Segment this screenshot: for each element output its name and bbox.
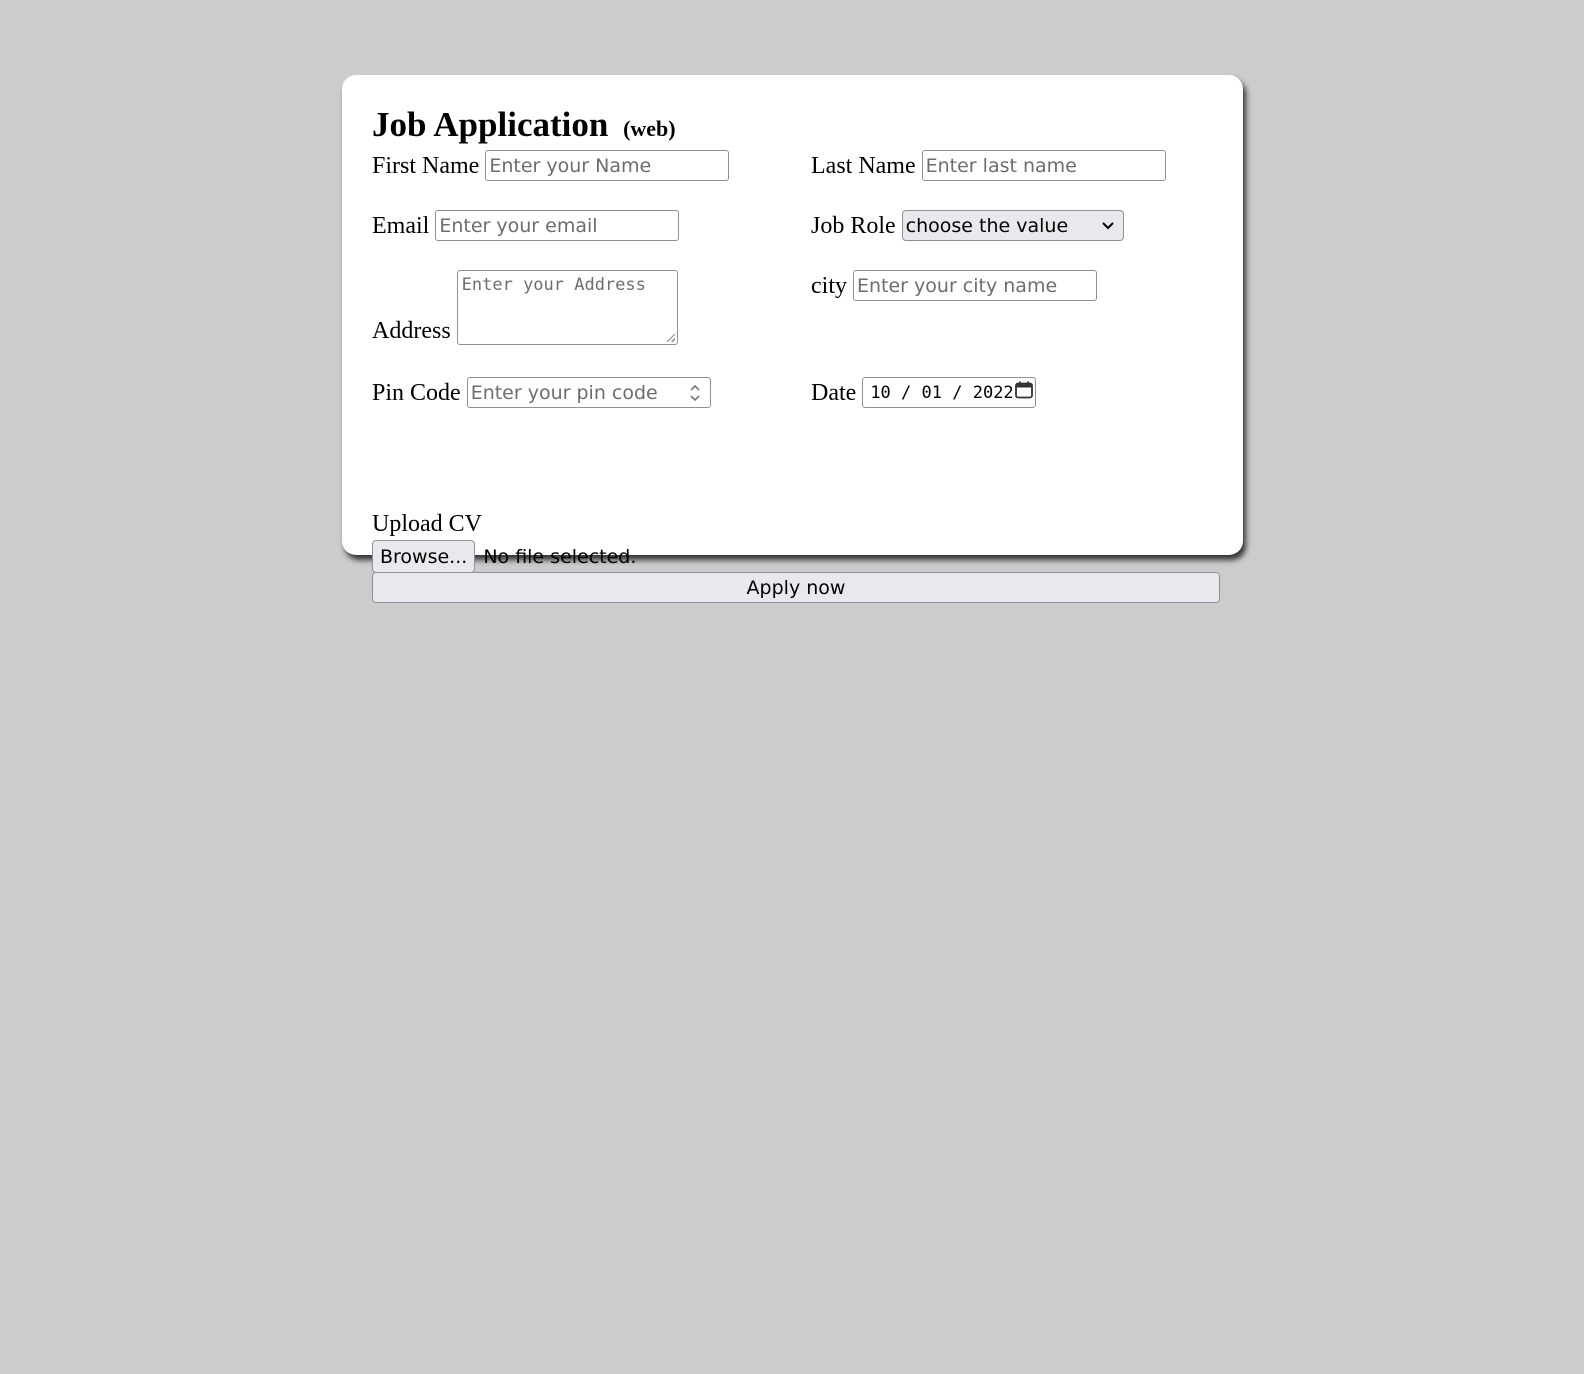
email-field: Email Enter your email	[372, 210, 680, 241]
calendar-icon[interactable]	[1014, 380, 1034, 405]
date-label: Date	[811, 379, 857, 406]
first-name-placeholder: Enter your Name	[489, 154, 652, 177]
last-name-label: Last Name	[811, 152, 916, 179]
date-year[interactable]: 2022	[973, 383, 1014, 403]
last-name-placeholder: Enter last name	[925, 154, 1077, 177]
file-status: No file selected.	[483, 545, 637, 568]
email-label: Email	[372, 212, 430, 239]
city-label: city	[811, 272, 847, 299]
pin-code-field: Pin Code Enter your pin code	[372, 377, 711, 408]
pin-code-label: Pin Code	[372, 379, 461, 406]
spinner-arrows-icon[interactable]	[688, 381, 702, 405]
address-textarea[interactable]: Enter your Address	[456, 270, 678, 345]
last-name-field: Last Name Enter last name	[811, 150, 1166, 181]
first-name-field: First Name Enter your Name	[372, 150, 730, 181]
upload-cv-label: Upload CV	[372, 511, 482, 537]
form-title-suffix: (web)	[623, 116, 676, 141]
first-name-input[interactable]: Enter your Name	[485, 150, 730, 181]
job-role-label: Job Role	[811, 212, 896, 239]
apply-now-button[interactable]: Apply now	[372, 572, 1220, 603]
first-name-label: First Name	[372, 152, 480, 179]
pin-code-placeholder: Enter your pin code	[470, 381, 658, 404]
date-day[interactable]: 10	[870, 383, 890, 403]
city-field: city Enter your city name	[811, 270, 1097, 301]
email-input[interactable]: Enter your email	[435, 210, 680, 241]
address-label: Address	[372, 318, 451, 344]
browse-button[interactable]: Browse...	[372, 540, 476, 573]
chevron-down-icon	[1100, 218, 1116, 234]
job-role-select[interactable]: choose the value	[901, 210, 1124, 241]
date-input[interactable]: 10 / 01 / 2022	[862, 377, 1037, 408]
form-title-text: Job Application	[372, 105, 609, 144]
resize-handle-icon[interactable]	[666, 334, 675, 342]
pin-code-input[interactable]: Enter your pin code	[466, 377, 711, 408]
file-upload-control: Browse... No file selected.	[372, 540, 636, 573]
last-name-input[interactable]: Enter last name	[921, 150, 1166, 181]
job-application-card: Job Application (web) First Name Enter y…	[342, 75, 1243, 603]
city-input[interactable]: Enter your city name	[853, 270, 1097, 301]
address-field: Address Enter your Address	[372, 270, 678, 345]
city-placeholder: Enter your city name	[857, 274, 1058, 297]
email-placeholder: Enter your email	[439, 214, 598, 237]
address-placeholder: Enter your Address	[461, 275, 646, 295]
date-month[interactable]: 01	[922, 383, 942, 403]
job-role-field: Job Role choose the value	[811, 210, 1124, 241]
date-field: Date 10 / 01 / 2022	[811, 377, 1037, 408]
job-role-selected-value: choose the value	[905, 214, 1069, 237]
form-title: Job Application (web)	[372, 105, 676, 149]
date-value: 10 / 01 / 2022	[870, 382, 1014, 403]
